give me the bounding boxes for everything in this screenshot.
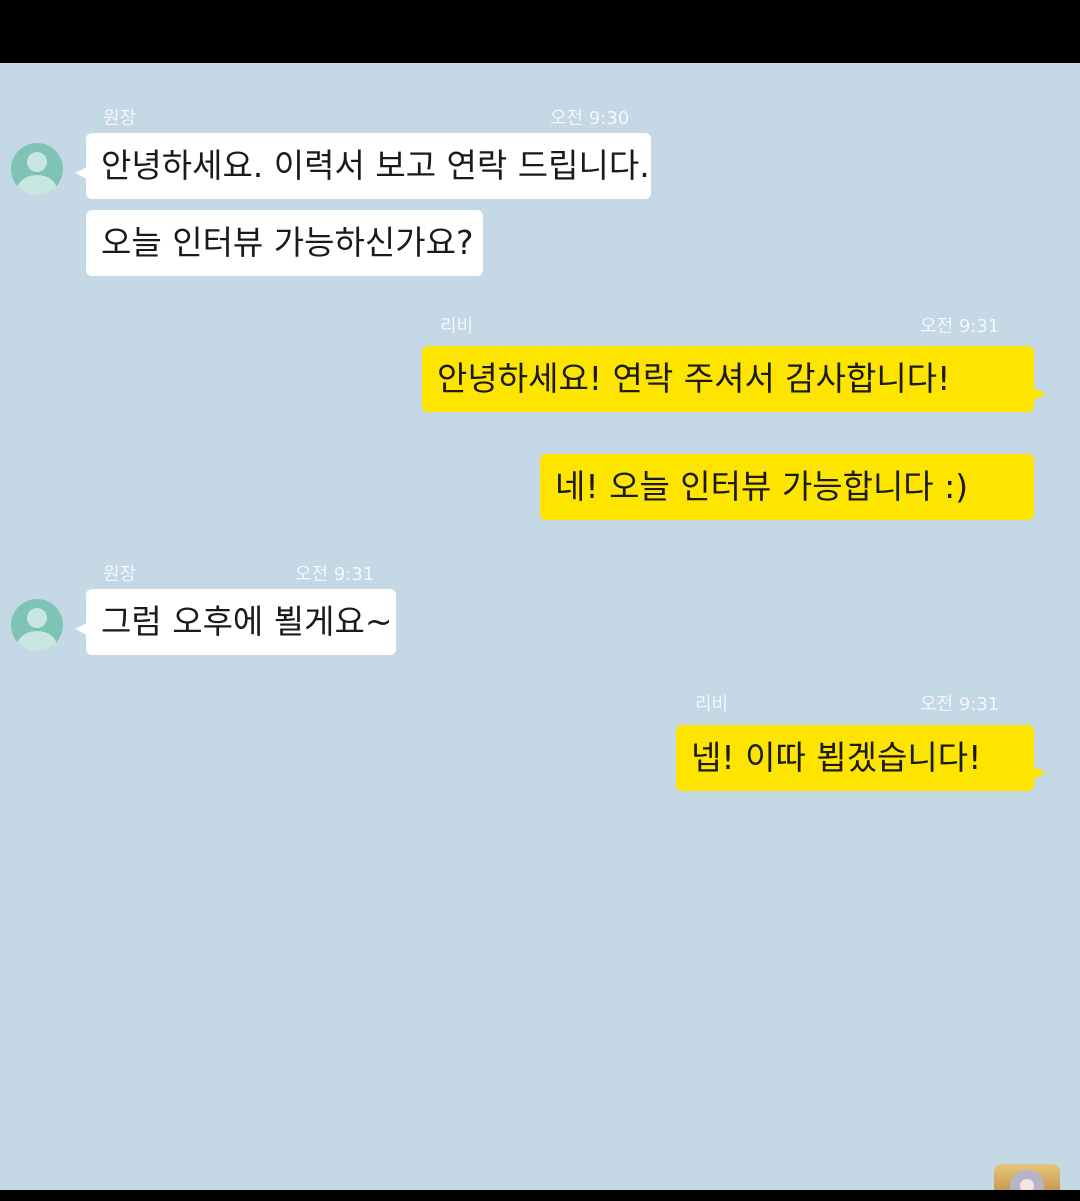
bubble-tail <box>1034 388 1046 400</box>
incoming-message-bubble[interactable]: 안녕하세요. 이력서 보고 연락 드립니다. <box>86 133 651 199</box>
avatar-head <box>27 152 47 172</box>
message-time: 오전 9:30 <box>550 108 630 129</box>
message-time: 오전 9:31 <box>920 316 1000 337</box>
avatar-face <box>1010 1170 1044 1190</box>
sender-avatar[interactable] <box>11 599 63 651</box>
sender-name: 리비 <box>695 694 729 715</box>
outgoing-message-bubble[interactable]: 네! 오늘 인터뷰 가능합니다 :) <box>540 454 1034 520</box>
bottom-black-bar <box>0 1190 1080 1201</box>
sender-name: 원장 <box>103 564 137 585</box>
sender-name: 리비 <box>440 316 474 337</box>
sender-name: 원장 <box>103 108 137 129</box>
incoming-message-bubble[interactable]: 그럼 오후에 뵐게요~ <box>86 589 396 655</box>
outgoing-message-bubble[interactable]: 안녕하세요! 연락 주셔서 감사합니다! <box>422 346 1034 412</box>
incoming-message-bubble[interactable]: 오늘 인터뷰 가능하신가요? <box>86 210 483 276</box>
message-time: 오전 9:31 <box>295 564 375 585</box>
message-time: 오전 9:31 <box>920 694 1000 715</box>
avatar-head <box>27 608 47 628</box>
top-black-bar <box>0 0 1080 63</box>
chat-area[interactable]: 원장 오전 9:30 안녕하세요. 이력서 보고 연락 드립니다. 오늘 인터뷰… <box>0 63 1080 1190</box>
bubble-tail <box>1034 767 1046 779</box>
sender-avatar[interactable] <box>11 143 63 195</box>
avatar-body <box>17 631 57 651</box>
outgoing-message-bubble[interactable]: 넵! 이따 뵙겠습니다! <box>676 725 1034 791</box>
avatar-body <box>17 175 57 195</box>
channel-avatar-icon <box>994 1164 1060 1190</box>
